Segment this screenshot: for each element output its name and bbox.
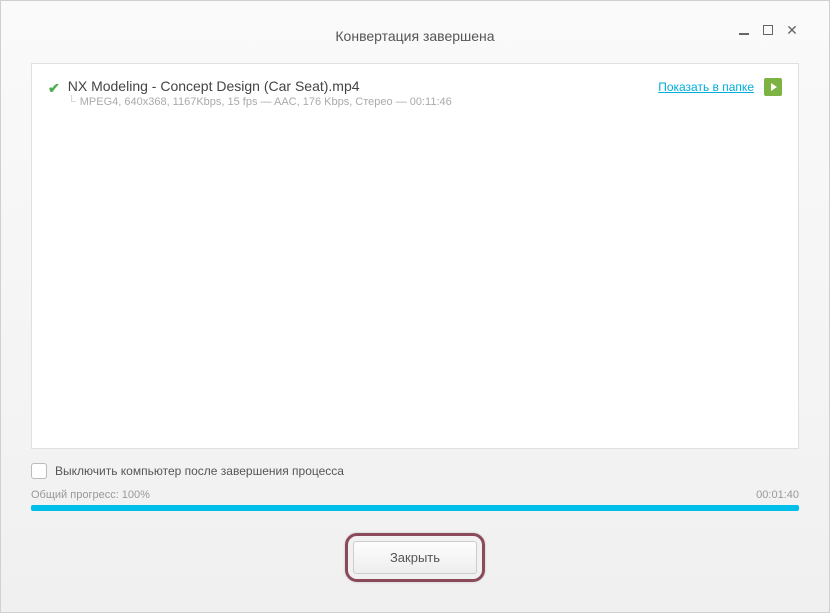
progress-label: Общий прогресс: 100%	[31, 489, 150, 501]
close-button-wrapper: Закрыть	[31, 533, 799, 582]
window: Конвертация завершена ✕ ✔ NX Modeling - …	[0, 0, 830, 613]
shutdown-checkbox[interactable]	[31, 463, 47, 479]
file-meta: MPEG4, 640x368, 1167Kbps, 15 fps — AAC, …	[80, 96, 452, 108]
file-name: NX Modeling - Concept Design (Car Seat).…	[68, 78, 452, 94]
file-info: NX Modeling - Concept Design (Car Seat).…	[68, 78, 452, 108]
close-highlight: Закрыть	[345, 533, 485, 582]
minimize-icon	[739, 33, 749, 35]
show-in-folder-link[interactable]: Показать в папке	[658, 80, 754, 94]
file-right: Показать в папке	[658, 78, 782, 96]
progress-bar	[31, 505, 799, 511]
close-window-button[interactable]: ✕	[785, 23, 799, 37]
content-area: ✔ NX Modeling - Concept Design (Car Seat…	[31, 63, 799, 449]
close-button[interactable]: Закрыть	[353, 541, 477, 574]
progress-time: 00:01:40	[756, 489, 799, 501]
titlebar: Конвертация завершена ✕	[31, 21, 799, 51]
maximize-button[interactable]	[761, 23, 775, 37]
window-controls: ✕	[737, 23, 799, 37]
close-icon: ✕	[786, 22, 798, 39]
file-left: ✔ NX Modeling - Concept Design (Car Seat…	[48, 78, 452, 108]
file-row: ✔ NX Modeling - Concept Design (Car Seat…	[48, 78, 782, 108]
bottom-section: Выключить компьютер после завершения про…	[31, 463, 799, 582]
checkmark-icon: ✔	[48, 80, 60, 97]
minimize-button[interactable]	[737, 23, 751, 37]
shutdown-row: Выключить компьютер после завершения про…	[31, 463, 799, 479]
window-title: Конвертация завершена	[335, 28, 494, 44]
maximize-icon	[763, 25, 773, 35]
shutdown-label: Выключить компьютер после завершения про…	[55, 464, 344, 478]
play-icon[interactable]	[764, 78, 782, 96]
progress-row: Общий прогресс: 100% 00:01:40	[31, 489, 799, 501]
